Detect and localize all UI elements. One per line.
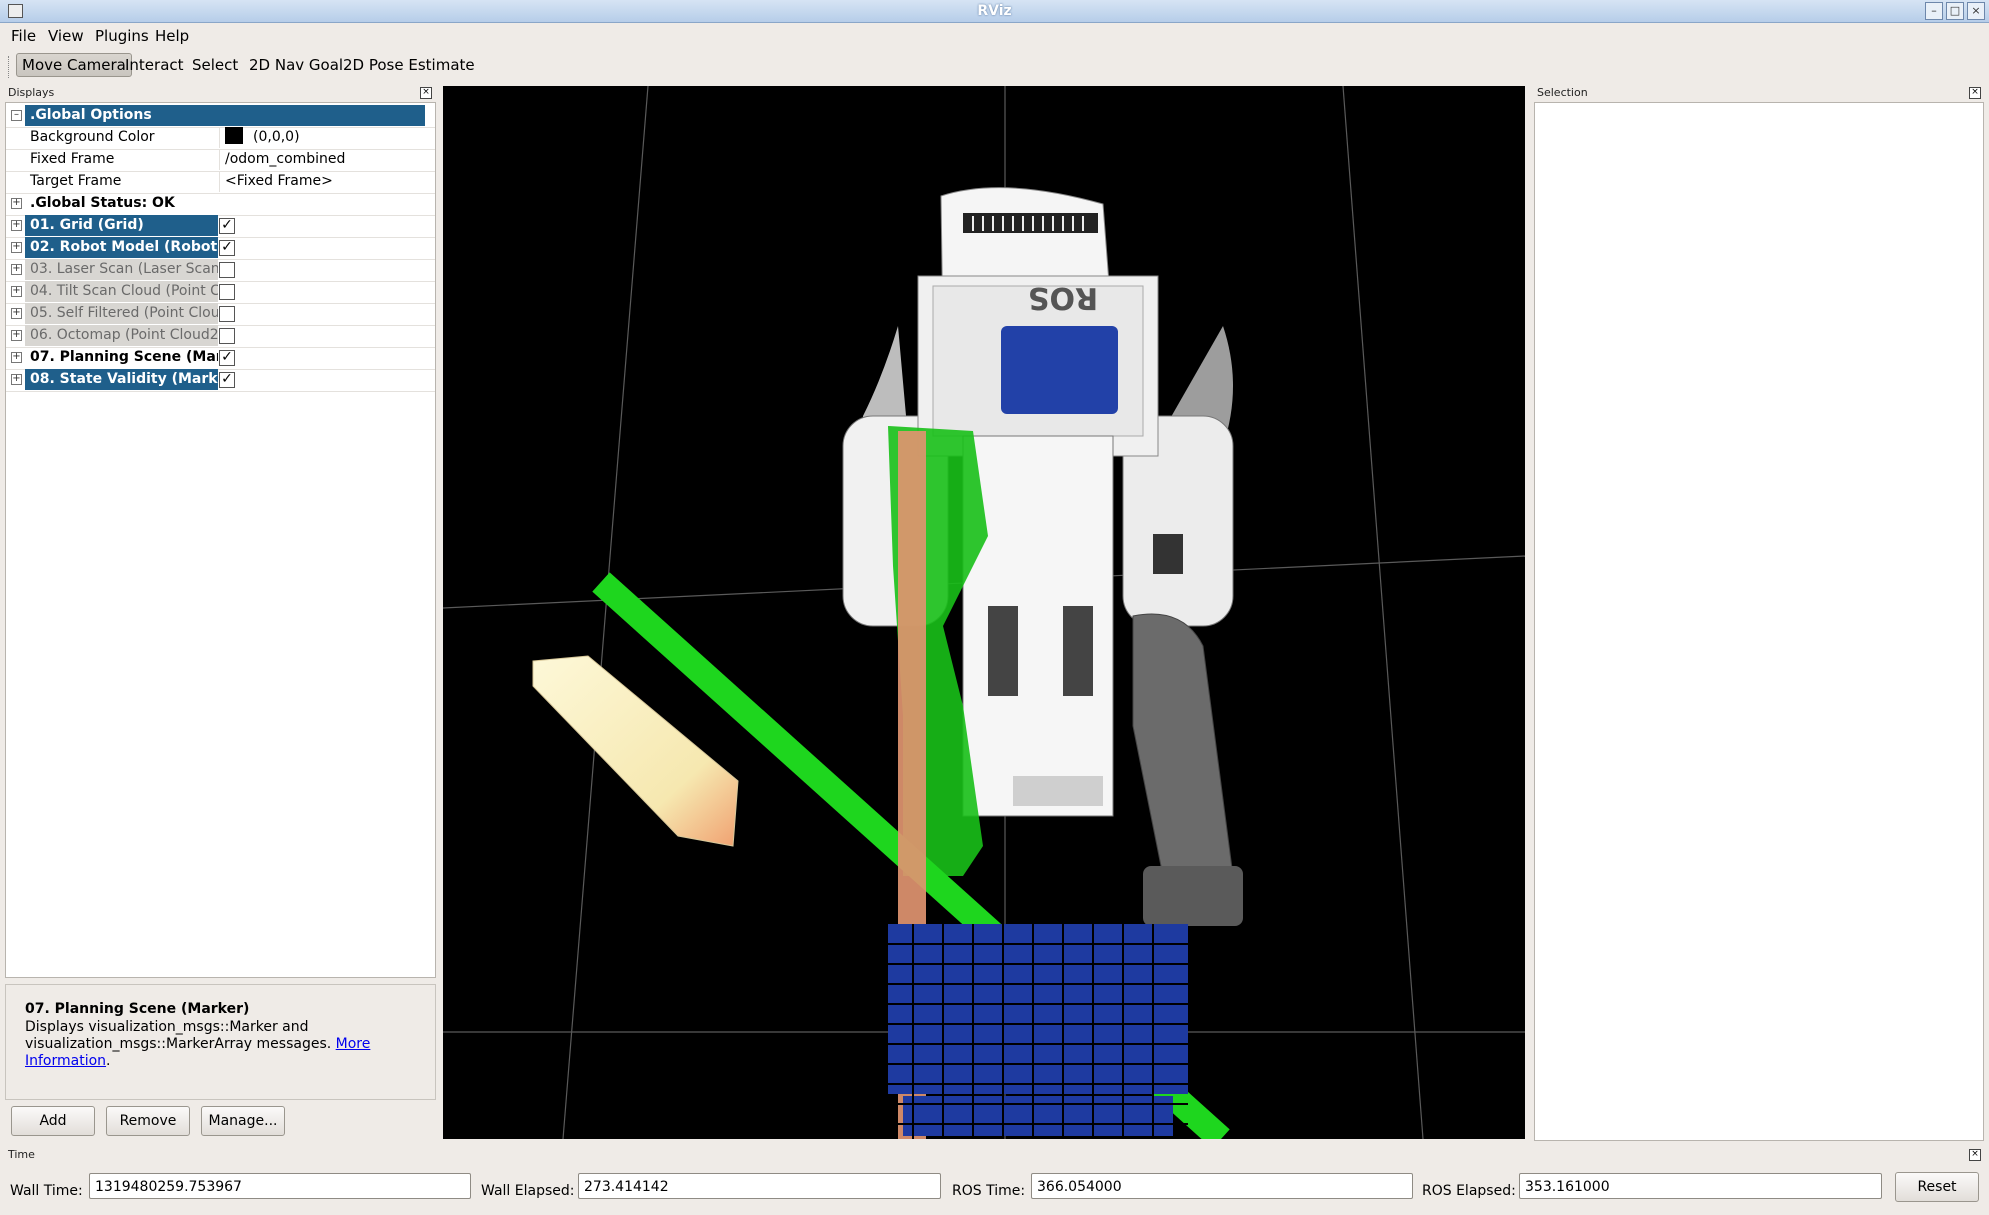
- expand-icon[interactable]: +: [11, 330, 22, 341]
- display-item-octomap[interactable]: + 06. Octomap (Point Cloud2): [6, 325, 435, 348]
- background-color-value: (0,0,0): [253, 129, 300, 145]
- property-name: Target Frame: [30, 173, 122, 189]
- wall-time-field[interactable]: 1319480259.753967: [89, 1173, 471, 1199]
- expand-icon[interactable]: +: [11, 264, 22, 275]
- description-text: Displays visualization_msgs::Marker and …: [25, 1019, 371, 1069]
- time-close-icon[interactable]: ×: [1969, 1149, 1981, 1161]
- tree-row-global-status[interactable]: + .Global Status: OK: [6, 193, 435, 216]
- tree-row-global-options[interactable]: – .Global Options: [6, 105, 435, 128]
- window-controls: – □ ×: [1922, 2, 1985, 20]
- tool-bar: Move Camera Interact Select 2D Nav Goal …: [0, 48, 1989, 82]
- enabled-checkbox[interactable]: [219, 284, 235, 300]
- expand-icon[interactable]: +: [11, 286, 22, 297]
- display-item-self-filtered[interactable]: + 05. Self Filtered (Point Cloud: [6, 303, 435, 326]
- display-item-tilt-scan-cloud[interactable]: + 04. Tilt Scan Cloud (Point Cl: [6, 281, 435, 304]
- enabled-checkbox[interactable]: [219, 306, 235, 322]
- display-item-label: 06. Octomap (Point Cloud2): [25, 325, 218, 346]
- property-row-target-frame[interactable]: Target Frame <Fixed Frame>: [6, 171, 435, 194]
- tool-select[interactable]: Select: [192, 56, 238, 74]
- display-item-robot-model[interactable]: + 02. Robot Model (Robot ✓: [6, 237, 435, 260]
- reset-button[interactable]: Reset: [1895, 1172, 1979, 1202]
- property-value[interactable]: (0,0,0): [219, 127, 300, 148]
- close-icon[interactable]: ×: [1967, 2, 1985, 20]
- global-options-label: .Global Options: [25, 105, 425, 126]
- property-name: Fixed Frame: [30, 151, 115, 167]
- ros-time-field[interactable]: 366.054000: [1031, 1173, 1413, 1199]
- enabled-checkbox[interactable]: [219, 262, 235, 278]
- global-status-label: .Global Status: OK: [30, 195, 175, 211]
- selection-close-icon[interactable]: ×: [1969, 87, 1981, 99]
- ros-elapsed-field[interactable]: 353.161000: [1519, 1173, 1882, 1199]
- menu-help[interactable]: Help: [155, 27, 189, 45]
- display-item-label: 01. Grid (Grid): [25, 215, 218, 236]
- viewport-scene: ROS: [443, 86, 1525, 1139]
- display-item-planning-scene[interactable]: + 07. Planning Scene (Mar ✓: [6, 347, 435, 370]
- remove-button[interactable]: Remove: [106, 1106, 190, 1136]
- expand-icon[interactable]: +: [11, 308, 22, 319]
- render-viewport[interactable]: ROS: [443, 86, 1525, 1139]
- display-item-label: 05. Self Filtered (Point Cloud: [25, 303, 218, 324]
- minimize-icon[interactable]: –: [1925, 2, 1943, 20]
- property-row-background-color[interactable]: Background Color (0,0,0): [6, 127, 435, 150]
- tool-interact[interactable]: Interact: [125, 56, 184, 74]
- collapse-icon[interactable]: –: [11, 110, 22, 121]
- displays-tree[interactable]: – .Global Options Background Color (0,0,…: [5, 102, 436, 978]
- display-item-grid[interactable]: + 01. Grid (Grid) ✓: [6, 215, 435, 238]
- enabled-checkbox[interactable]: ✓: [219, 372, 235, 388]
- displays-close-icon[interactable]: ×: [420, 87, 432, 99]
- time-panel-title: Time: [8, 1148, 35, 1161]
- display-item-label: 08. State Validity (Mark: [25, 369, 218, 390]
- description-body: Displays visualization_msgs::Marker and …: [25, 1019, 332, 1052]
- add-button[interactable]: Add: [11, 1106, 95, 1136]
- selection-panel-title: Selection: [1537, 86, 1588, 99]
- menu-view[interactable]: View: [48, 27, 84, 45]
- expand-icon[interactable]: +: [11, 352, 22, 363]
- wall-time-label: Wall Time:: [10, 1183, 83, 1199]
- fixed-frame-value[interactable]: /odom_combined: [219, 149, 345, 170]
- wall-elapsed-field[interactable]: 273.414142: [578, 1173, 941, 1199]
- enabled-checkbox[interactable]: ✓: [219, 218, 235, 234]
- display-item-state-validity[interactable]: + 08. State Validity (Mark ✓: [6, 369, 435, 392]
- tool-2d-pose-estimate[interactable]: 2D Pose Estimate: [343, 56, 475, 74]
- expand-icon[interactable]: +: [11, 198, 22, 209]
- property-name: Background Color: [30, 129, 155, 145]
- property-row-fixed-frame[interactable]: Fixed Frame /odom_combined: [6, 149, 435, 172]
- tool-move-camera[interactable]: Move Camera: [16, 53, 132, 77]
- enabled-checkbox[interactable]: ✓: [219, 350, 235, 366]
- display-item-label: 04. Tilt Scan Cloud (Point Cl: [25, 281, 218, 302]
- expand-icon[interactable]: +: [11, 374, 22, 385]
- ros-elapsed-label: ROS Elapsed:: [1422, 1183, 1516, 1199]
- manage-button[interactable]: Manage...: [201, 1106, 285, 1136]
- displays-panel-title: Displays: [8, 86, 55, 99]
- enabled-checkbox[interactable]: ✓: [219, 240, 235, 256]
- enabled-checkbox[interactable]: [219, 328, 235, 344]
- color-swatch[interactable]: [225, 127, 243, 144]
- display-item-label: 07. Planning Scene (Mar: [30, 349, 218, 365]
- display-item-laser-scan[interactable]: + 03. Laser Scan (Laser Scan): [6, 259, 435, 282]
- menu-bar: File View Plugins Help: [0, 23, 1989, 47]
- expand-icon[interactable]: +: [11, 220, 22, 231]
- wall-elapsed-label: Wall Elapsed:: [481, 1183, 575, 1199]
- expand-icon[interactable]: +: [11, 242, 22, 253]
- menu-file[interactable]: File: [11, 27, 36, 45]
- maximize-icon[interactable]: □: [1946, 2, 1964, 20]
- toolbar-grip[interactable]: [8, 56, 12, 78]
- display-item-label: 03. Laser Scan (Laser Scan): [25, 259, 218, 280]
- ros-time-label: ROS Time:: [952, 1183, 1026, 1199]
- title-bar: RViz – □ ×: [0, 0, 1989, 23]
- menu-plugins[interactable]: Plugins: [95, 27, 149, 45]
- description-title: 07. Planning Scene (Marker): [25, 1001, 250, 1017]
- robot-ros-label: ROS: [1028, 280, 1098, 315]
- selection-panel[interactable]: [1534, 102, 1984, 1141]
- tool-2d-nav-goal[interactable]: 2D Nav Goal: [249, 56, 343, 74]
- window-title: RViz: [977, 3, 1012, 19]
- target-frame-value[interactable]: <Fixed Frame>: [219, 171, 333, 192]
- display-item-label: 02. Robot Model (Robot: [25, 237, 218, 258]
- display-description: 07. Planning Scene (Marker) Displays vis…: [5, 984, 436, 1100]
